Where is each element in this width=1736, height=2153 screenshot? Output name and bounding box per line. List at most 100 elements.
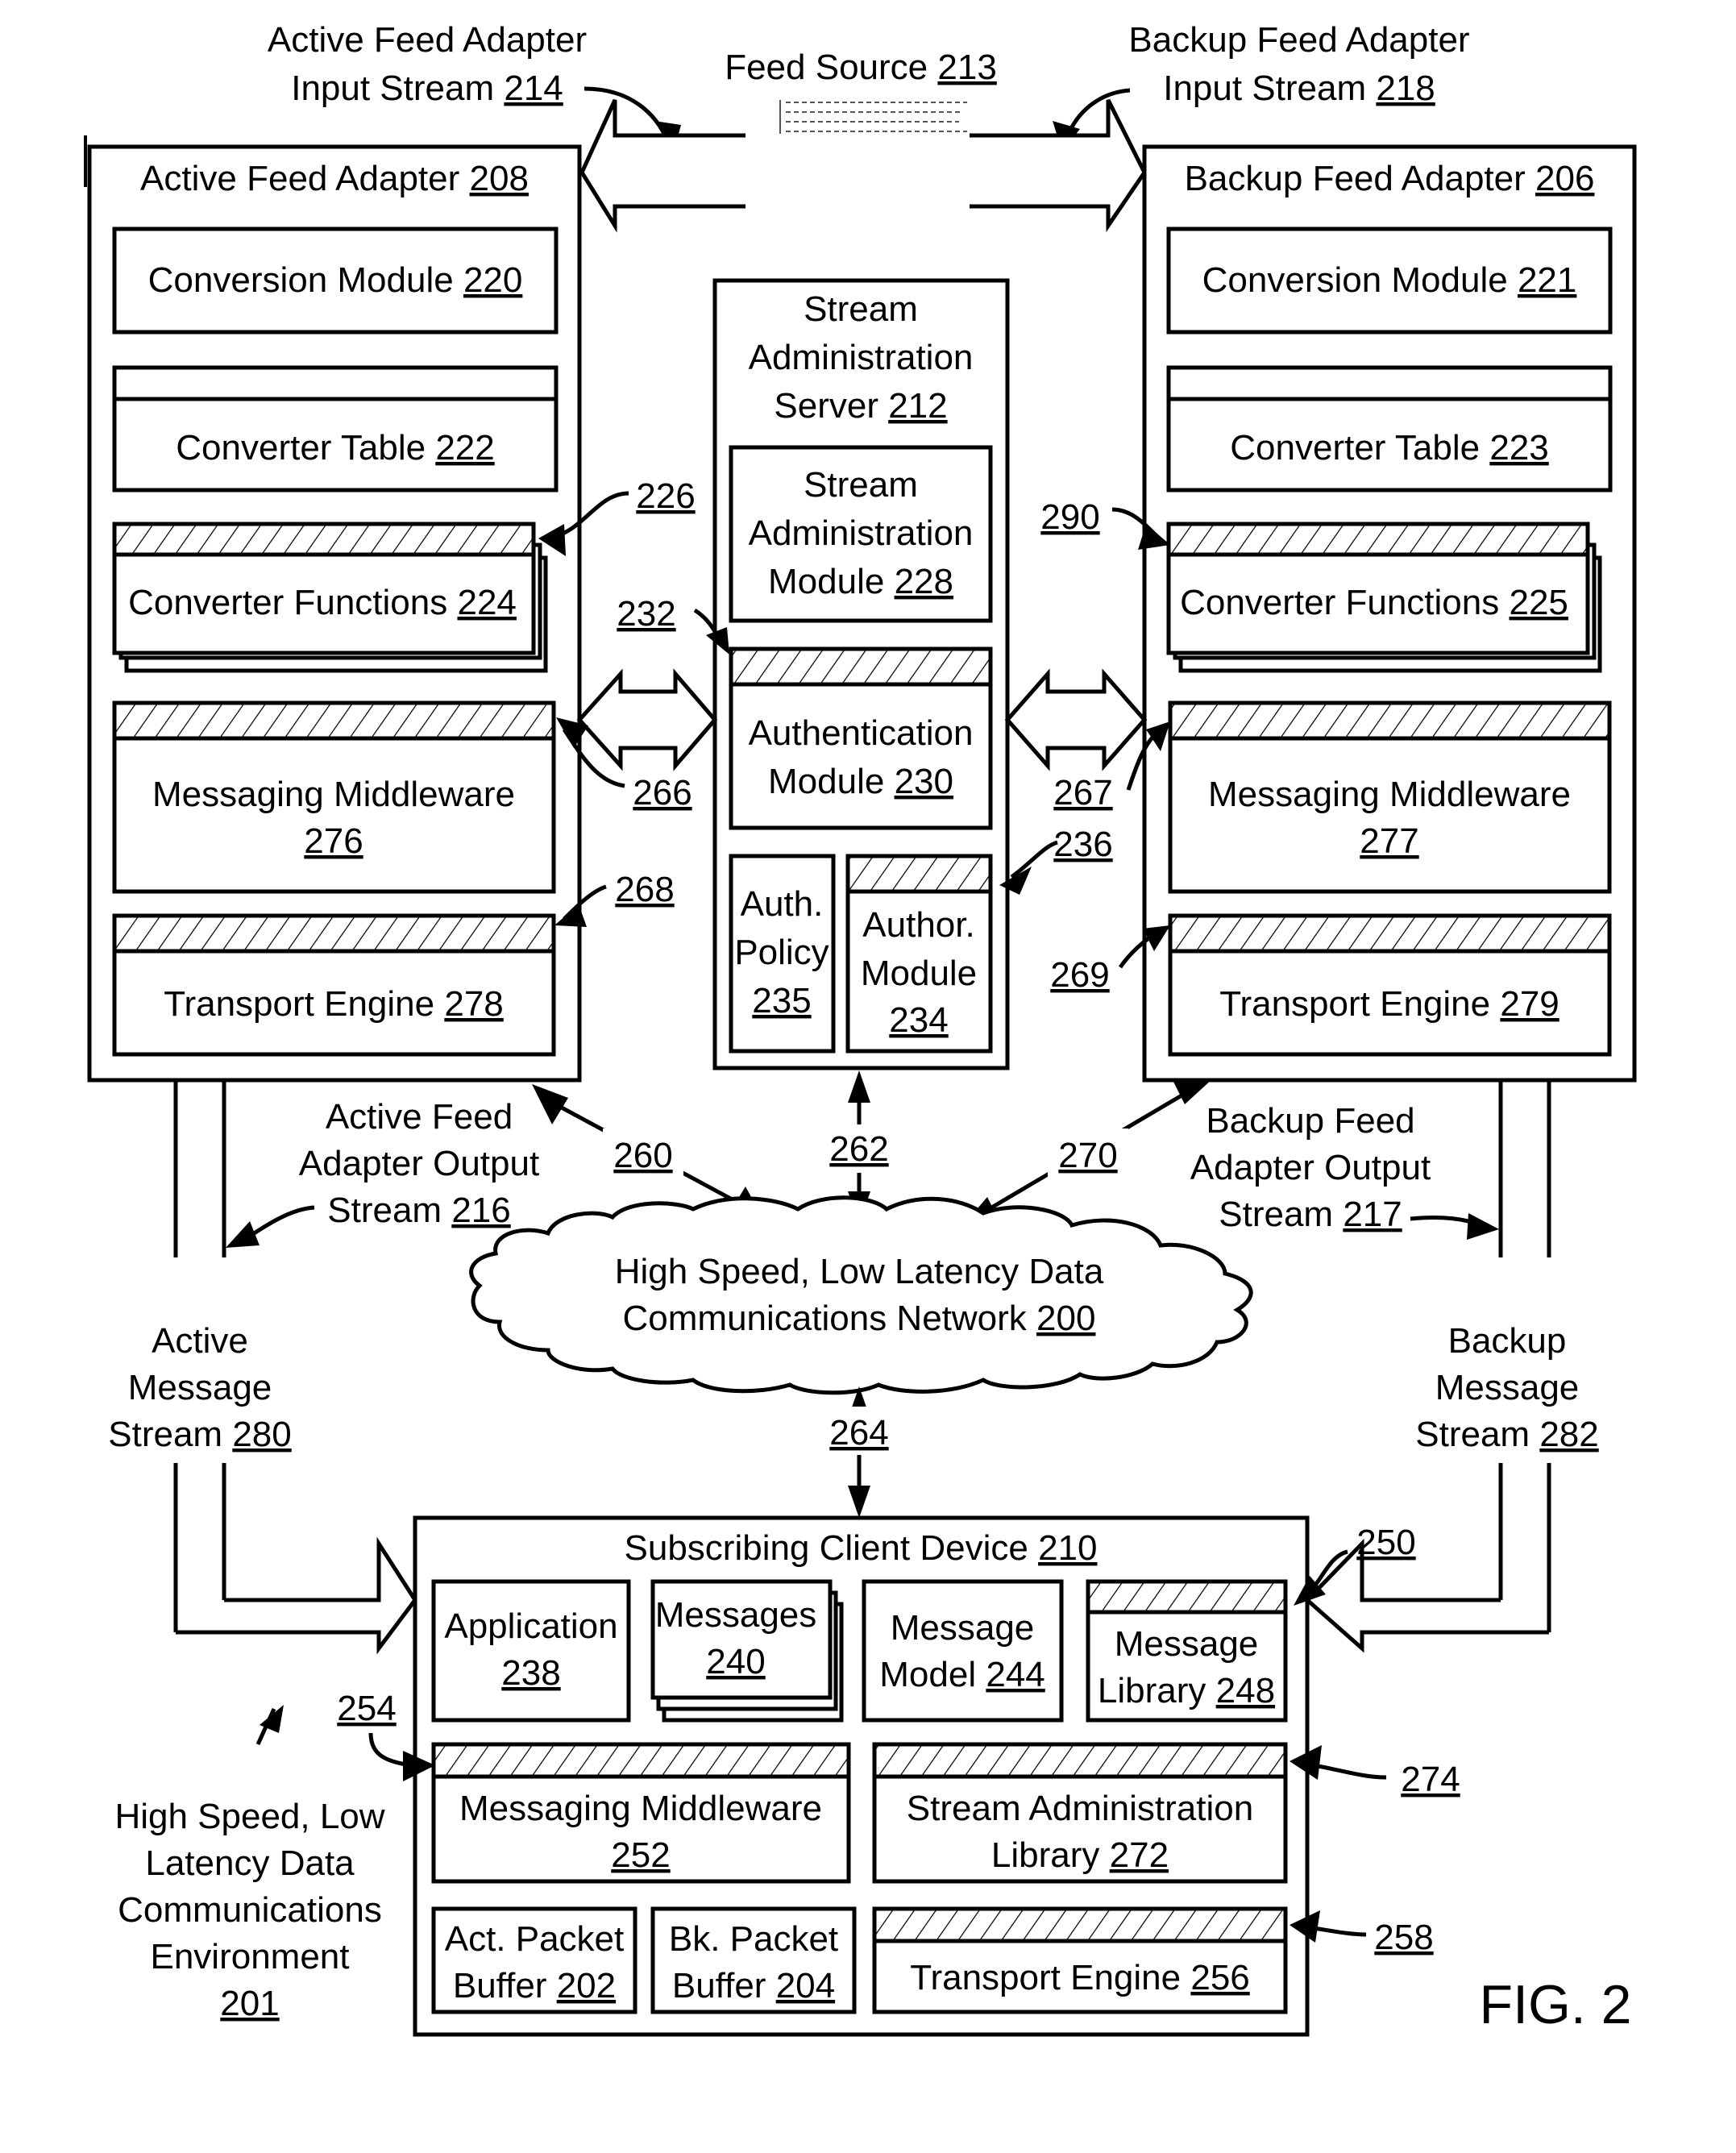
svg-text:Author.: Author. xyxy=(862,905,974,945)
svg-text:Messaging Middleware: Messaging Middleware xyxy=(152,775,515,814)
authorization-module: Author. Module 234 xyxy=(845,854,993,1054)
svg-text:Backup Feed: Backup Feed xyxy=(1206,1101,1414,1141)
svg-text:Communications: Communications xyxy=(118,1890,382,1930)
backup-server-link-arrow xyxy=(1004,668,1148,771)
active-server-link-arrow xyxy=(576,668,718,771)
svg-text:234: 234 xyxy=(889,1000,948,1040)
active-output-stream-label: Active Feed Adapter Output Stream 216 xyxy=(299,1097,539,1230)
callout-232: 232 xyxy=(617,594,675,634)
svg-text:Stream 216: Stream 216 xyxy=(327,1191,510,1230)
callout-250: 250 xyxy=(1356,1523,1415,1562)
svg-text:High Speed, Low Latency Data: High Speed, Low Latency Data xyxy=(615,1252,1104,1291)
arrowhead xyxy=(848,1070,870,1103)
svg-text:Library 248: Library 248 xyxy=(1098,1671,1275,1710)
callout-267: 267 xyxy=(1053,773,1112,813)
svg-text:Application: Application xyxy=(444,1606,617,1646)
callout-226: 226 xyxy=(636,476,695,516)
svg-text:Module: Module xyxy=(861,954,977,993)
svg-text:Converter Table 222: Converter Table 222 xyxy=(176,428,494,468)
arrowhead xyxy=(848,1486,870,1518)
svg-text:Server 212: Server 212 xyxy=(774,386,947,426)
svg-text:Administration: Administration xyxy=(749,338,974,377)
svg-text:Module 230: Module 230 xyxy=(768,762,953,801)
network-cloud: High Speed, Low Latency Data Communicati… xyxy=(469,1195,1253,1395)
client-messaging-middleware: Messaging Middleware 252 xyxy=(431,1742,851,1884)
stream-administration-library: Stream Administration Library 272 xyxy=(872,1742,1288,1884)
active-transport-engine: Transport Engine 278 xyxy=(112,913,556,1057)
callout-236-leader xyxy=(1010,840,1058,879)
callout-258-leader xyxy=(1313,1926,1367,1937)
svg-text:Active: Active xyxy=(152,1321,248,1361)
feed-source: Feed Source 213 xyxy=(725,48,997,134)
messages: Messages 240 xyxy=(650,1579,844,1723)
backup-transport-engine: Transport Engine 279 xyxy=(1168,913,1612,1057)
svg-text:High Speed, Low: High Speed, Low xyxy=(114,1797,384,1836)
active-converter-table: Converter Table 222 xyxy=(112,365,559,493)
svg-text:Module 228: Module 228 xyxy=(768,562,953,601)
svg-text:Active Feed Adapter: Active Feed Adapter xyxy=(268,20,587,60)
svg-text:Converter Functions 225: Converter Functions 225 xyxy=(1180,583,1568,622)
callout-258: 258 xyxy=(1374,1918,1433,1957)
feed-source-icon xyxy=(779,100,967,134)
callout-268: 268 xyxy=(615,870,674,909)
svg-text:Message: Message xyxy=(1435,1368,1580,1407)
svg-text:Bk. Packet: Bk. Packet xyxy=(669,1919,838,1959)
authentication-module: Authentication Module 230 xyxy=(729,646,993,830)
backup-converter-table: Converter Table 223 xyxy=(1166,365,1613,493)
svg-text:Input Stream 214: Input Stream 214 xyxy=(291,69,563,108)
callout-266: 266 xyxy=(633,773,691,813)
svg-text:Backup Feed Adapter: Backup Feed Adapter xyxy=(1128,20,1469,60)
backup-input-stream-label: Backup Feed Adapter Input Stream 218 xyxy=(1128,20,1469,108)
svg-text:Messages: Messages xyxy=(655,1595,817,1635)
client-transport-engine: Transport Engine 256 xyxy=(872,1906,1288,2014)
environment-label: High Speed, Low Latency Data Communicati… xyxy=(114,1797,384,2023)
diagram-canvas: Active Feed Adapter Input Stream 214 Fee… xyxy=(84,20,1637,2037)
svg-text:277: 277 xyxy=(1360,821,1418,861)
arrowhead xyxy=(532,1084,568,1124)
svg-text:Transport Engine 256: Transport Engine 256 xyxy=(910,1958,1250,1997)
svg-text:Transport Engine 279: Transport Engine 279 xyxy=(1219,984,1559,1024)
svg-text:Backup Feed Adapter 206: Backup Feed Adapter 206 xyxy=(1185,159,1595,198)
svg-text:Backup: Backup xyxy=(1448,1321,1567,1361)
svg-text:Messaging Middleware: Messaging Middleware xyxy=(1208,775,1571,814)
backup-conversion-module: Conversion Module 221 xyxy=(1166,227,1613,335)
svg-text:Conversion Module 220: Conversion Module 220 xyxy=(148,260,523,300)
message-model: Message Model 244 xyxy=(862,1579,1064,1723)
active-input-stream-label: Active Feed Adapter Input Stream 214 xyxy=(268,20,587,108)
svg-text:Environment: Environment xyxy=(150,1937,349,1976)
svg-text:Adapter Output: Adapter Output xyxy=(299,1144,539,1183)
svg-text:276: 276 xyxy=(304,821,363,861)
svg-text:238: 238 xyxy=(501,1653,560,1693)
active-message-stream-label: Active Message Stream 280 xyxy=(108,1321,291,1454)
svg-text:Input Stream 218: Input Stream 218 xyxy=(1163,69,1435,108)
svg-text:Communications Network 200: Communications Network 200 xyxy=(623,1299,1096,1338)
arrowhead xyxy=(1467,1213,1499,1240)
backup-feed-adapter: Backup Feed Adapter 206 Conversion Modul… xyxy=(1142,144,1637,1083)
svg-text:Authentication: Authentication xyxy=(749,713,974,753)
svg-text:Administration: Administration xyxy=(749,513,974,553)
backup-converter-functions: Converter Functions 225 xyxy=(1166,522,1602,673)
callout-262: 262 xyxy=(829,1129,888,1169)
active-packet-buffer: Act. Packet Buffer 202 xyxy=(431,1906,638,2014)
backup-input-stream-arrow xyxy=(970,98,1147,233)
svg-text:Message: Message xyxy=(128,1368,272,1407)
backup-messaging-middleware: Messaging Middleware 277 xyxy=(1168,700,1612,894)
svg-text:Conversion Module 221: Conversion Module 221 xyxy=(1202,260,1577,300)
svg-text:Stream: Stream xyxy=(804,289,918,329)
callout-270: 270 xyxy=(1058,1136,1117,1175)
subscribing-client-device: Subscribing Client Device 210 Applicatio… xyxy=(413,1515,1310,2037)
callout-274: 274 xyxy=(1401,1760,1460,1799)
svg-text:Buffer 202: Buffer 202 xyxy=(453,1966,616,2005)
svg-text:Auth.: Auth. xyxy=(741,884,824,924)
svg-text:Stream 282: Stream 282 xyxy=(1415,1415,1598,1454)
svg-text:Converter Table 223: Converter Table 223 xyxy=(1230,428,1548,468)
svg-text:Converter Functions 224: Converter Functions 224 xyxy=(128,583,517,622)
backup-packet-buffer: Bk. Packet Buffer 204 xyxy=(650,1906,857,2014)
svg-text:Act. Packet: Act. Packet xyxy=(445,1919,625,1959)
callout-260: 260 xyxy=(613,1136,672,1175)
callout-290: 290 xyxy=(1040,497,1099,537)
backup-output-stream-label: Backup Feed Adapter Output Stream 217 xyxy=(1190,1101,1431,1234)
svg-text:Stream 217: Stream 217 xyxy=(1219,1195,1402,1234)
svg-text:Stream 280: Stream 280 xyxy=(108,1415,291,1454)
svg-text:Buffer 204: Buffer 204 xyxy=(672,1966,835,2005)
